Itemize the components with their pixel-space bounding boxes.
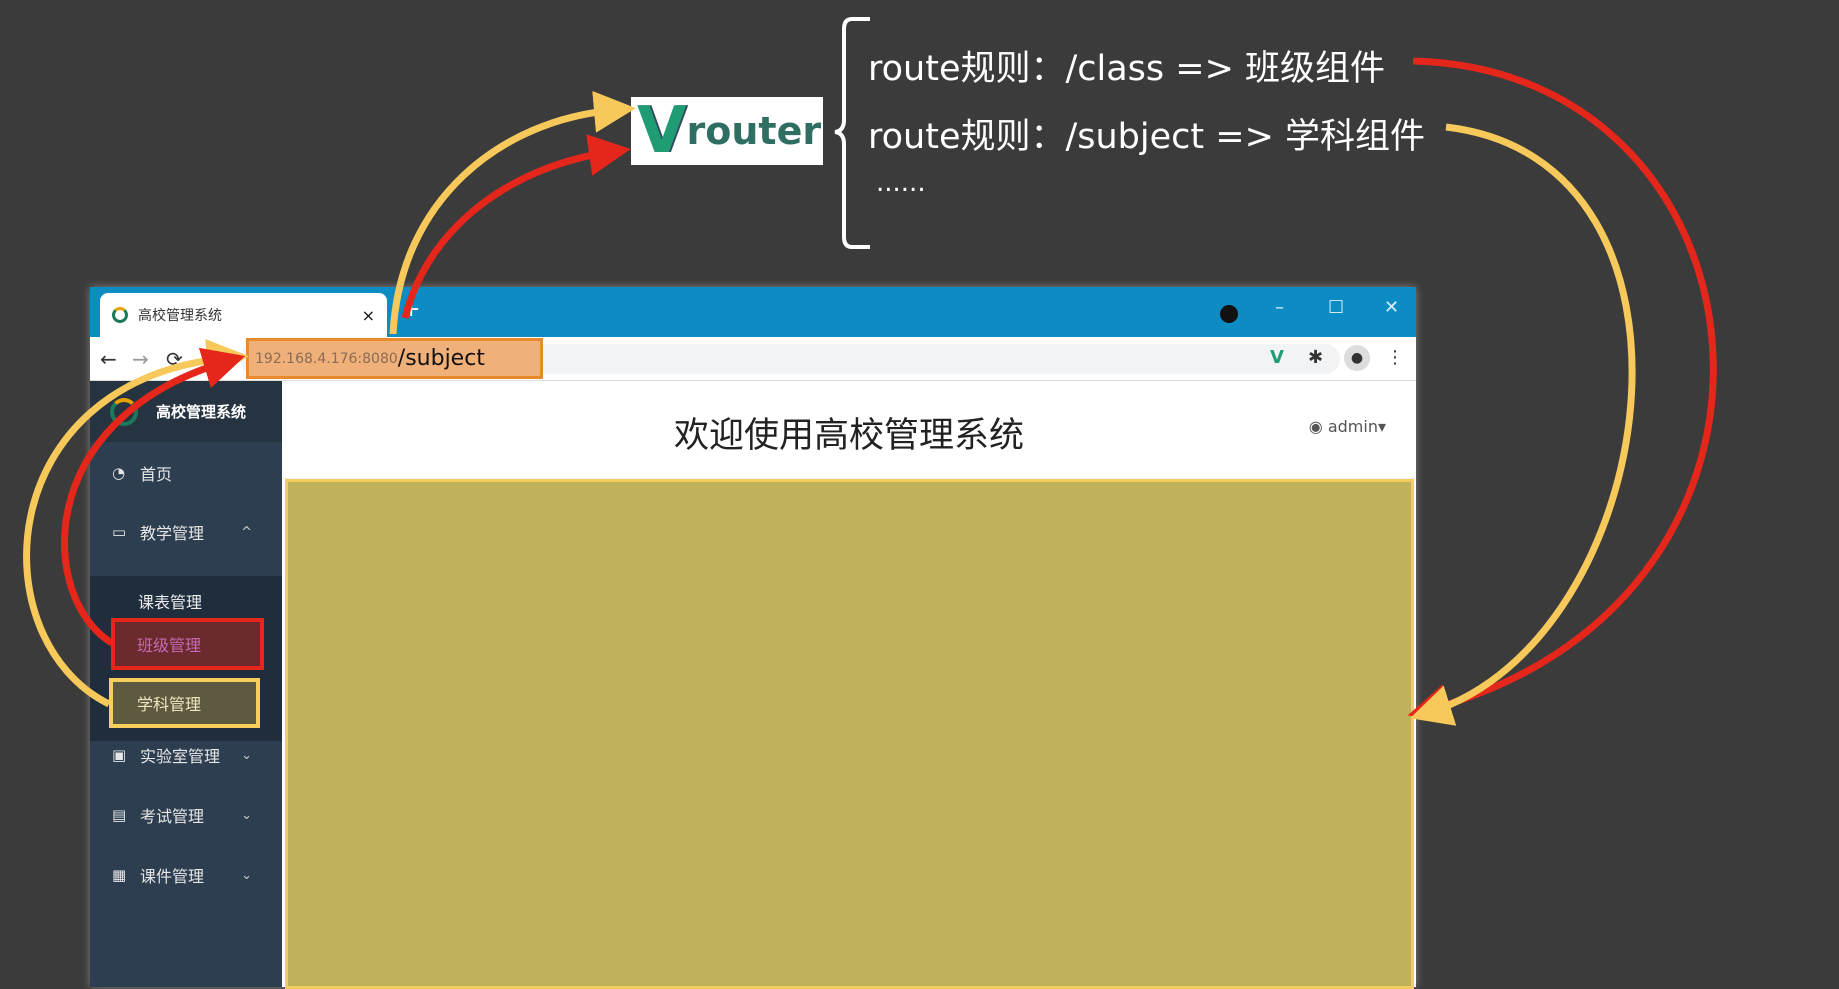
new-tab-button[interactable]: +	[402, 297, 420, 322]
site-favicon-icon	[112, 307, 128, 323]
chevron-down-icon: ⌄	[241, 867, 252, 883]
chevron-down-icon: ⌄	[241, 747, 252, 763]
address-row: ← → ⟳ 192.168.4.176:8080 /subject V ✱ ● …	[90, 337, 1416, 381]
sidebar-header: 高校管理系统	[90, 381, 282, 442]
url-path: /subject	[397, 346, 485, 371]
browser-tab[interactable]: 高校管理系统 ×	[100, 293, 387, 337]
red-arrow-right	[1407, 57, 1717, 725]
menu-label: 实验室管理	[140, 747, 221, 766]
close-window-button[interactable]: ✕	[1384, 297, 1399, 318]
app-header: 欢迎使用高校管理系统 ◉ admin▾	[282, 381, 1416, 479]
route-rule-subject: route规则：/subject => 学科组件	[868, 117, 1426, 157]
yellow-arrow-right	[1409, 123, 1636, 726]
menu-label: 教学管理	[140, 524, 205, 543]
chevron-down-icon: ⌄	[241, 807, 252, 823]
tab-bar: 高校管理系统 × + – ☐ ✕	[90, 287, 1416, 337]
submenu-item-subject[interactable]: 学科管理	[109, 678, 260, 728]
chevron-up-icon: ^	[241, 524, 252, 540]
vue-logo-icon: V	[637, 94, 687, 168]
app-logo-icon	[110, 397, 138, 426]
dashboard-icon: ◔	[112, 464, 126, 482]
menu-item-courseware[interactable]: ▦ 课件管理 ⌄	[90, 847, 282, 903]
route-rule-more: ......	[876, 168, 926, 198]
tab-close-icon[interactable]: ×	[362, 306, 375, 325]
sidebar: 高校管理系统 ◔ 首页 ▭ 教学管理 ^ 课表管理 班级管理 学科管理 ▣ 实验室管理 ⌄…	[90, 381, 282, 987]
forward-button[interactable]: →	[132, 347, 149, 371]
user-icon: ◉	[1308, 417, 1328, 436]
lab-icon: ▣	[112, 746, 127, 764]
menu-item-teaching[interactable]: ▭ 教学管理 ^	[90, 504, 282, 560]
profile-icon[interactable]: ●	[1344, 345, 1370, 371]
minimize-button[interactable]: –	[1275, 297, 1284, 318]
maximize-button[interactable]: ☐	[1328, 297, 1344, 318]
vue-devtools-icon[interactable]: V	[1270, 347, 1284, 368]
menu-label: 首页	[140, 465, 173, 484]
menu-item-lab[interactable]: ▣ 实验室管理 ⌄	[90, 727, 282, 783]
url-host: 192.168.4.176:8080	[255, 350, 398, 367]
monitor-icon: ▭	[112, 523, 127, 541]
menu-item-home[interactable]: ◔ 首页	[90, 445, 282, 501]
app-name: 高校管理系统	[156, 403, 247, 421]
tab-title: 高校管理系统	[138, 308, 222, 324]
menu-item-exam[interactable]: ▤ 考试管理 ⌄	[90, 787, 282, 843]
vue-router-logo: V router	[631, 97, 823, 165]
exam-icon: ▤	[112, 806, 127, 824]
courseware-icon: ▦	[112, 866, 127, 884]
page-title: 欢迎使用高校管理系统	[673, 416, 1024, 456]
back-button[interactable]: ←	[100, 347, 117, 371]
user-menu[interactable]: ◉ admin▾	[1309, 417, 1386, 436]
url-highlight[interactable]: 192.168.4.176:8080 /subject	[246, 338, 543, 379]
route-rule-class: route规则：/class => 班级组件	[868, 49, 1386, 89]
browser-menu-icon[interactable]: ⋮	[1386, 347, 1404, 368]
router-logo-text: router	[686, 109, 822, 153]
user-name: admin▾	[1327, 417, 1386, 436]
media-icon[interactable]	[1220, 305, 1238, 323]
submenu-item-class[interactable]: 班级管理	[111, 618, 264, 670]
extensions-icon[interactable]: ✱	[1308, 347, 1323, 368]
menu-label: 考试管理	[140, 807, 205, 826]
reload-button[interactable]: ⟳	[166, 347, 183, 371]
menu-label: 课件管理	[140, 867, 205, 886]
router-view-area	[285, 479, 1414, 989]
browser-window: 高校管理系统 × + – ☐ ✕ ← → ⟳ 192.168.4.176:808…	[90, 287, 1416, 989]
